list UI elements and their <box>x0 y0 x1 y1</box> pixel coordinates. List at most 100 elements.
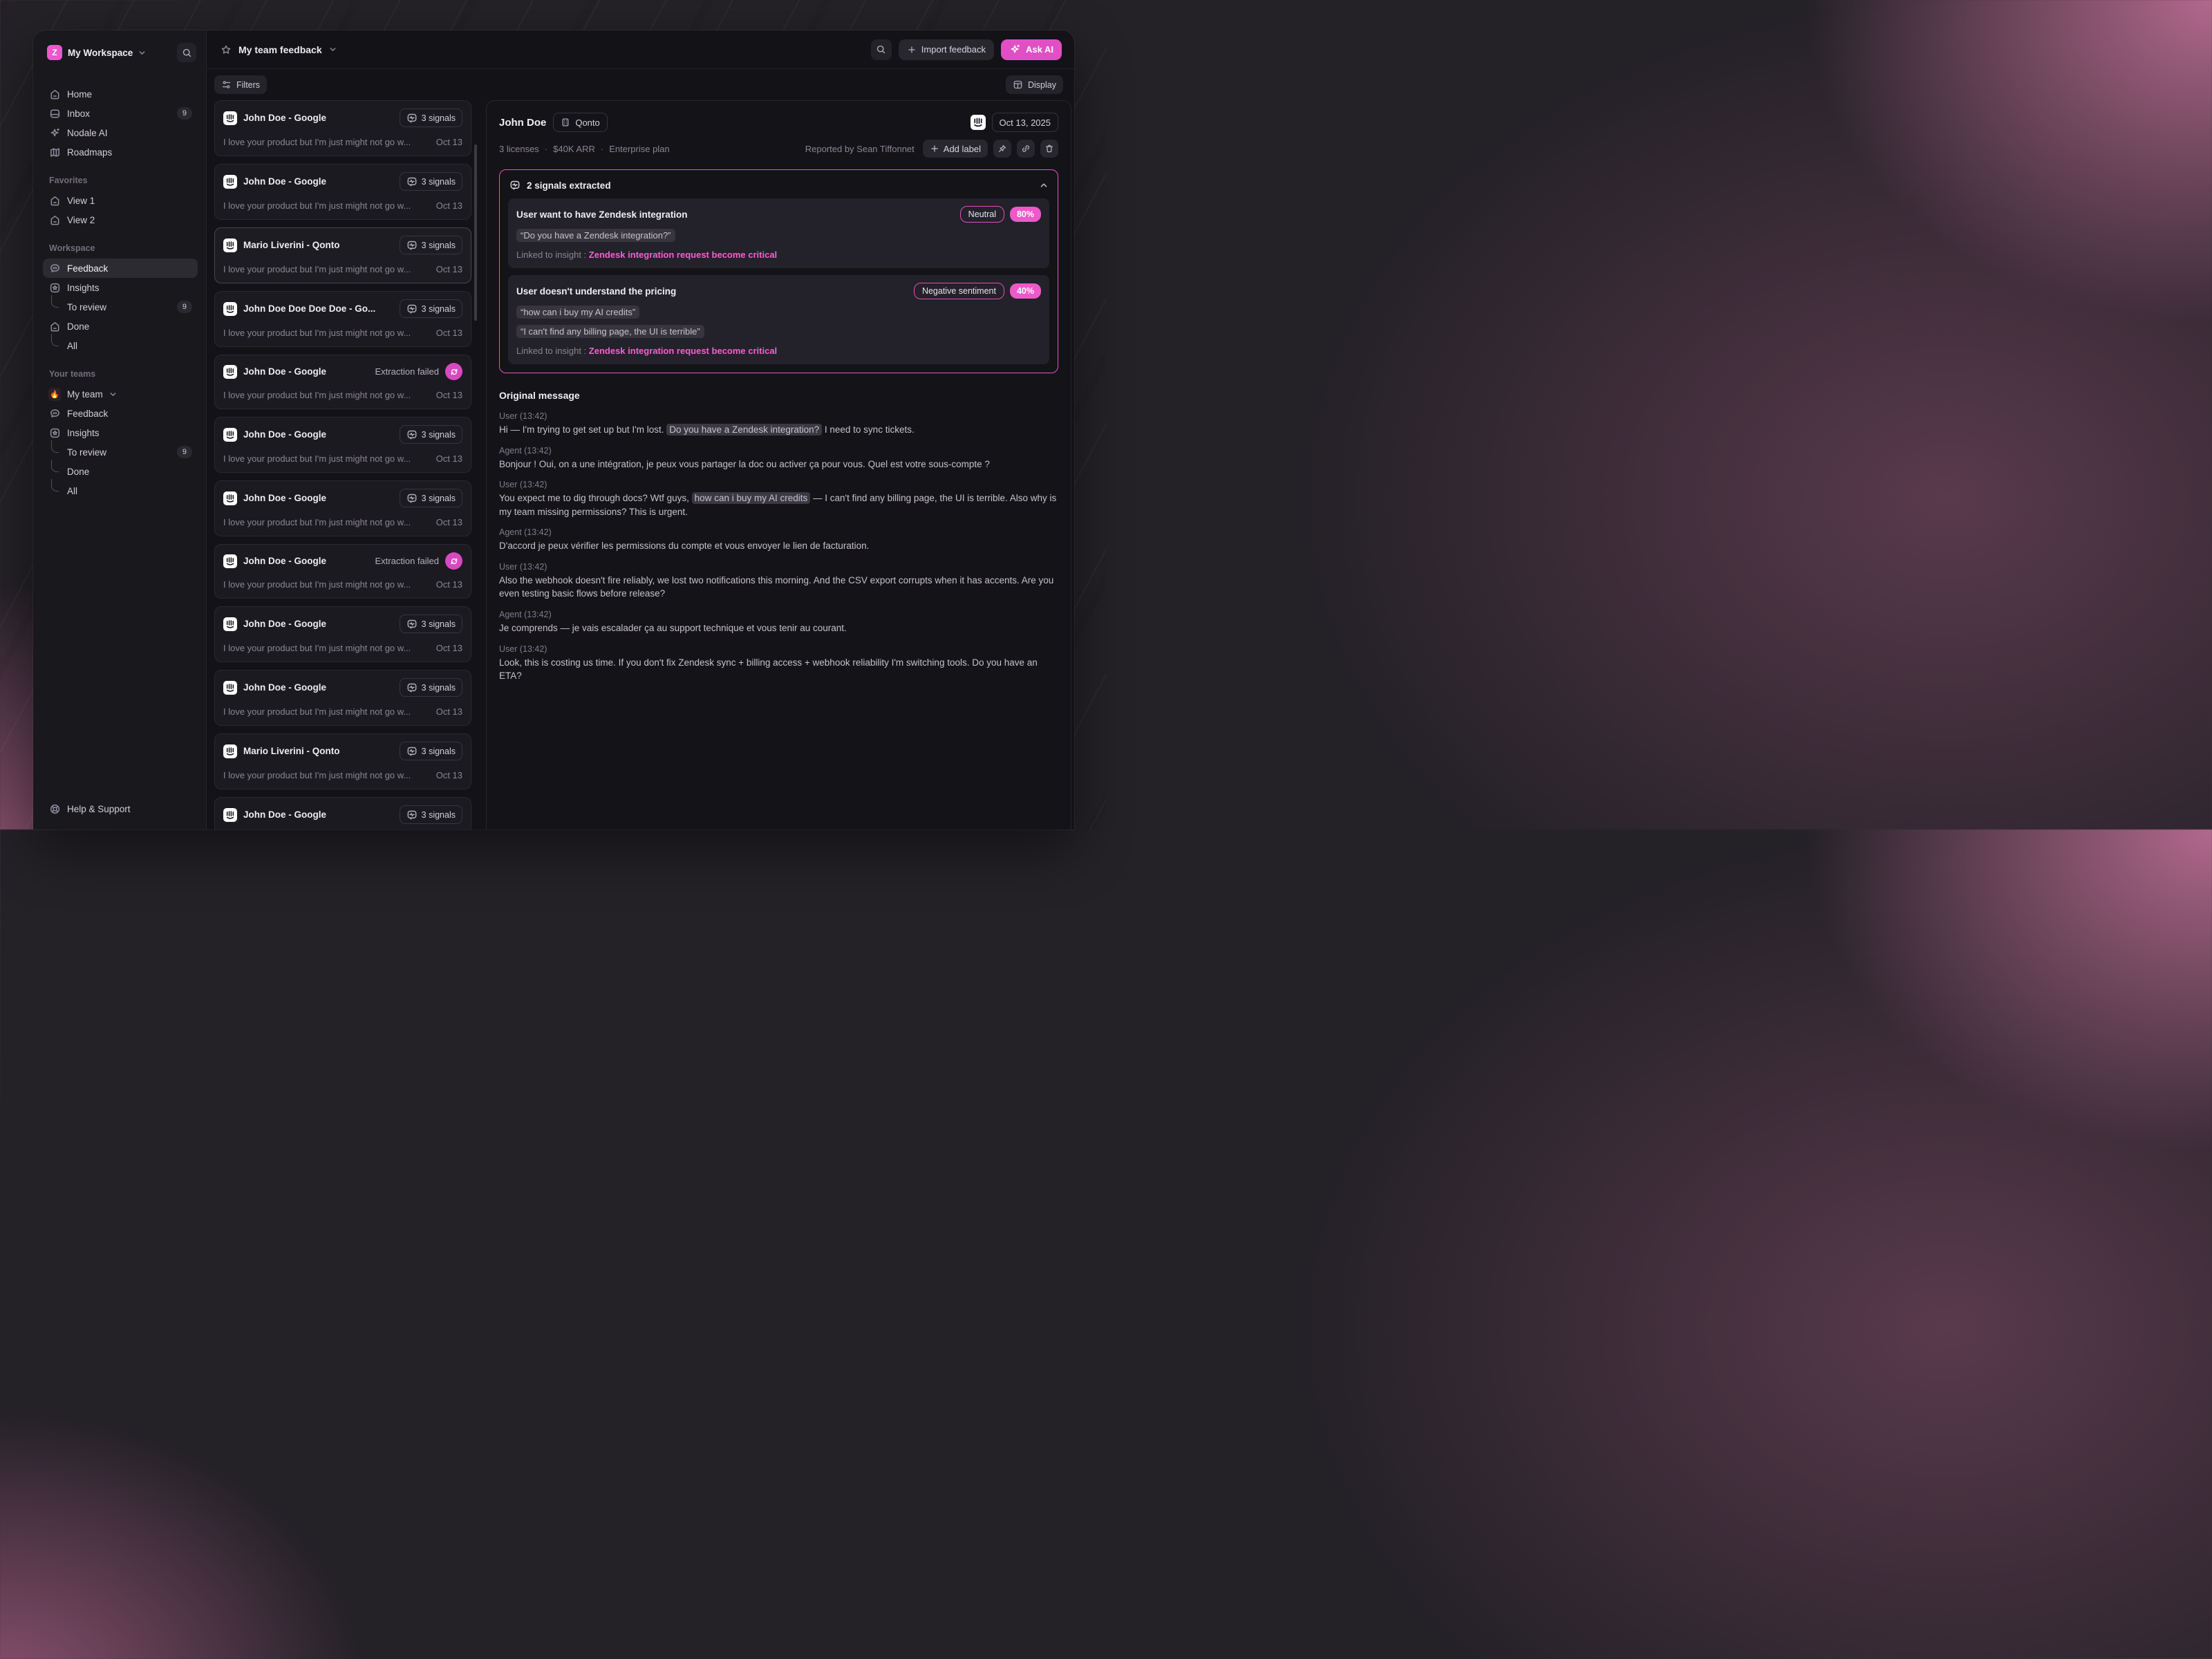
filters-button[interactable]: Filters <box>214 75 267 94</box>
display-button[interactable]: Display <box>1006 75 1063 94</box>
sidebar-item-to-review[interactable]: To review9 <box>43 297 198 317</box>
conversation-message: User (13:42)Also the webhook doesn't fir… <box>499 562 1058 601</box>
link-icon <box>1021 144 1031 153</box>
signals-count-badge: 3 signals <box>400 236 462 254</box>
list-scrollbar[interactable] <box>474 144 477 321</box>
copy-link-button[interactable] <box>1017 140 1035 158</box>
sidebar-item-insights[interactable]: Insights <box>43 423 198 442</box>
pin-button[interactable] <box>993 140 1011 158</box>
feedback-card-title: John Doe - Google <box>243 176 326 187</box>
linked-insight-label: Linked to insight : <box>516 346 589 356</box>
signal-icon <box>406 746 418 757</box>
feedback-card[interactable]: John Doe - Google3 signalsI love your pr… <box>214 164 471 220</box>
feedback-card[interactable]: Mario Liverini - Qonto3 signalsI love yo… <box>214 733 471 789</box>
feedback-card-preview: I love your product but I'm just might n… <box>223 770 429 780</box>
ask-ai-button[interactable]: Ask AI <box>1001 39 1062 60</box>
plus-icon <box>930 144 939 153</box>
intercom-logo <box>223 365 237 379</box>
sidebar-item-view-2[interactable]: View 2 <box>43 210 198 229</box>
intercom-logo <box>223 302 237 316</box>
sidebar-item-my-team[interactable]: 🔥My team <box>43 384 198 404</box>
feedback-card[interactable]: John Doe - Google3 signalsI love your pr… <box>214 417 471 473</box>
tree-icon <box>48 343 61 349</box>
feedback-card[interactable]: John Doe - GoogleExtraction failedI love… <box>214 355 471 409</box>
feedback-detail-panel: John Doe Qonto Oct 13, 2025 3 licenses·$… <box>486 100 1071 830</box>
collapse-signals-button[interactable] <box>1040 181 1048 189</box>
sidebar-item-roadmaps[interactable]: Roadmaps <box>43 142 198 162</box>
delete-button[interactable] <box>1040 140 1058 158</box>
sidebar-item-help-support[interactable]: Help & Support <box>43 799 198 818</box>
sidebar-item-feedback[interactable]: Feedback <box>43 259 198 278</box>
view-title-dropdown[interactable]: My team feedback <box>221 44 337 55</box>
intercom-logo <box>971 115 986 130</box>
message-body: Je comprends — je vais escalader ça au s… <box>499 621 1058 635</box>
feedback-card[interactable]: John Doe - GoogleExtraction failedI love… <box>214 544 471 599</box>
feedback-card[interactable]: John Doe - Google3 signalsI love your pr… <box>214 670 471 726</box>
feedback-card[interactable]: John Doe Doe Doe Doe - Go...3 signalsI l… <box>214 291 471 347</box>
feedback-card-date: Oct 13 <box>436 643 462 653</box>
retry-extraction-button[interactable] <box>445 552 462 570</box>
sidebar-item-all[interactable]: All <box>43 336 198 355</box>
topbar-actions: Import feedback Ask AI <box>871 39 1062 60</box>
original-message-section: Original message User (13:42)Hi — I'm tr… <box>499 390 1058 692</box>
sidebar-item-inbox[interactable]: Inbox9 <box>43 104 198 123</box>
message-author: User (13:42) <box>499 480 1058 489</box>
message-author: Agent (13:42) <box>499 610 1058 619</box>
message-author: User (13:42) <box>499 562 1058 572</box>
sidebar-item-view-1[interactable]: View 1 <box>43 191 198 210</box>
chevron-up-icon <box>1040 181 1048 189</box>
sidebar-item-nodale-ai[interactable]: Nodale AI <box>43 123 198 142</box>
signal-icon <box>406 113 418 124</box>
retry-extraction-button[interactable] <box>445 363 462 380</box>
signal-quote: “how can i buy my AI credits” <box>516 306 639 319</box>
sidebar-item-done[interactable]: Done <box>43 317 198 336</box>
refresh-icon <box>449 367 459 377</box>
sidebar-nav: HomeInbox9Nodale AIRoadmaps Favorites View… <box>43 84 198 500</box>
home-icon <box>48 195 61 207</box>
main-area: John Doe - Google 3 signals I love your pr… <box>207 100 1074 830</box>
customer-name: John Doe <box>499 117 546 129</box>
linked-insight-link[interactable]: Zendesk integration request become criti… <box>589 250 777 260</box>
highlighted-quote: Do you have a Zendesk integration? <box>666 424 822 435</box>
feedback-card[interactable]: Mario Liverini - Qonto 3 signals I love yo… <box>214 227 471 283</box>
feedback-card[interactable]: John Doe - Google3 signalsI love your pr… <box>214 797 471 830</box>
sidebar-item-done[interactable]: Done <box>43 462 198 481</box>
sidebar-item-feedback[interactable]: Feedback <box>43 404 198 423</box>
import-feedback-button[interactable]: Import feedback <box>899 39 994 60</box>
highlighted-quote: how can i buy my AI credits <box>692 492 811 504</box>
favorite-star-icon[interactable] <box>221 44 232 55</box>
company-badge[interactable]: Qonto <box>553 113 607 132</box>
feedback-card-title: Mario Liverini - Qonto <box>243 240 340 250</box>
date-chip[interactable]: Oct 13, 2025 <box>992 113 1058 132</box>
sidebar-item-insights[interactable]: Insights <box>43 278 198 297</box>
home-icon <box>48 321 61 332</box>
feedback-card-title: John Doe Doe Doe Doe - Go... <box>243 303 375 314</box>
feedback-card-preview: I love your product but I'm just might n… <box>223 643 429 653</box>
sidebar-search-button[interactable] <box>177 43 196 62</box>
message-body: D'accord je peux vérifier les permission… <box>499 539 1058 553</box>
signals-count-badge: 3 signals <box>400 615 462 633</box>
feedback-card[interactable]: John Doe - Google3 signalsI love your pr… <box>214 606 471 662</box>
feedback-card-title: John Doe - Google <box>243 429 326 440</box>
confidence-badge: 40% <box>1010 283 1041 299</box>
signal-icon <box>406 619 418 630</box>
meta-value: Enterprise plan <box>609 144 669 154</box>
feedback-card[interactable]: John Doe - Google3 signalsI love your pr… <box>214 480 471 536</box>
sidebar-item-all[interactable]: All <box>43 481 198 500</box>
intercom-logo <box>223 617 237 631</box>
feedback-card[interactable]: John Doe - Google3 signalsI love your pr… <box>214 100 471 156</box>
account-meta: 3 licenses·$40K ARR·Enterprise plan <box>499 144 670 154</box>
feedback-card-preview: I love your product but I'm just might n… <box>223 264 429 274</box>
sidebar-section-label: Favorites <box>49 176 198 185</box>
sidebar-item-home[interactable]: Home <box>43 84 198 104</box>
count-badge: 9 <box>177 107 192 120</box>
search-button[interactable] <box>871 39 892 60</box>
conversation-message: User (13:42)Look, this is costing us tim… <box>499 644 1058 683</box>
linked-insight-link[interactable]: Zendesk integration request become criti… <box>589 346 777 356</box>
workspace-switcher[interactable]: Z My Workspace <box>43 40 198 65</box>
add-label-button[interactable]: Add label <box>923 140 988 158</box>
chat-icon <box>48 263 61 274</box>
sidebar-item-to-review[interactable]: To review9 <box>43 442 198 462</box>
signal-title: User doesn't understand the pricing <box>516 286 908 297</box>
signals-count-badge: 3 signals <box>400 425 462 444</box>
